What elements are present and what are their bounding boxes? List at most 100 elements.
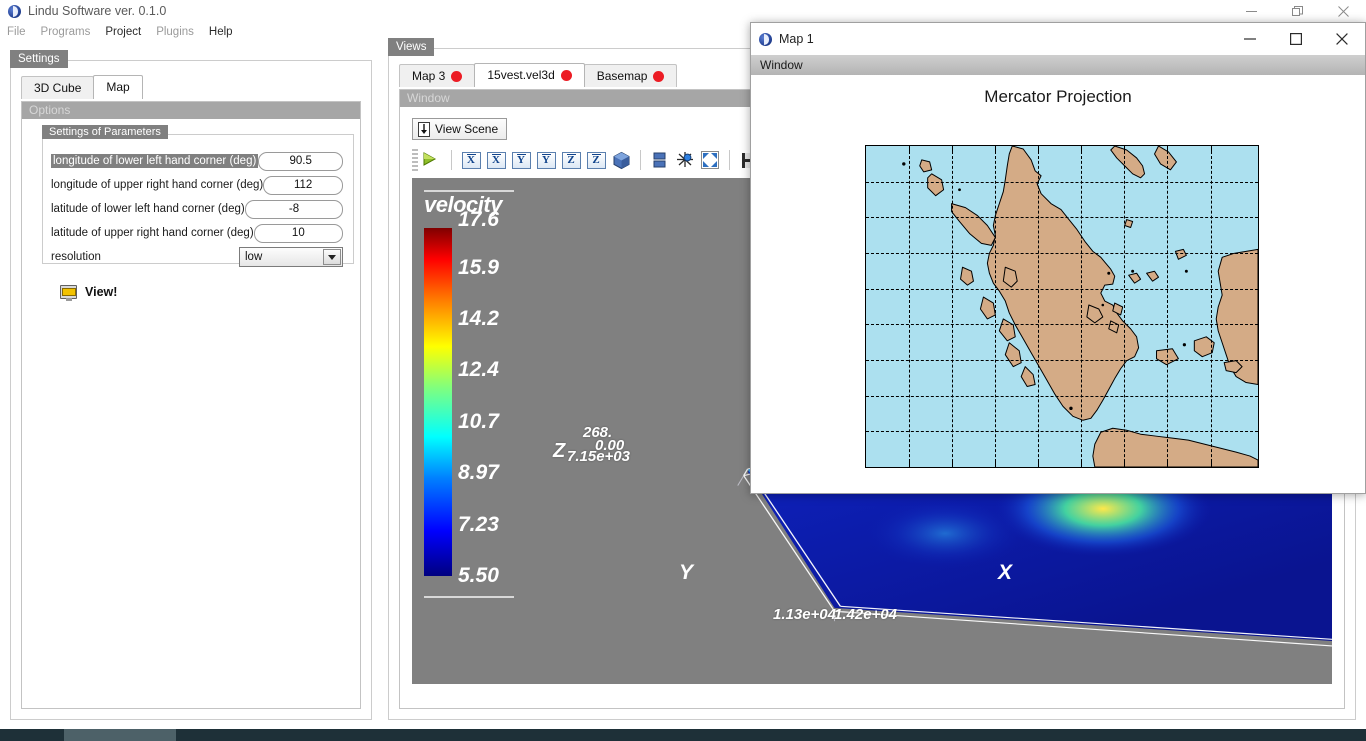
colorbar-tick: 5.50 [458,564,499,587]
minimize-icon[interactable] [1228,0,1274,23]
menu-item-programs[interactable]: Programs [41,26,91,38]
restore-icon[interactable] [1274,0,1320,23]
chevron-down-icon[interactable] [323,249,341,265]
app-title: Lindu Software ver. 0.1.0 [28,4,167,18]
views-group-title: Views [388,38,435,56]
param-label-resolution: resolution [51,251,101,263]
param-input-lat-ll[interactable]: -8 [245,199,343,219]
taskbar-active-item[interactable] [64,729,176,741]
x-axis-label: X [998,561,1013,584]
tab-map-3-label: Map 3 [412,69,446,83]
param-row-lon-ur: longitude of upper right hand corner (de… [51,173,343,197]
red-dot-icon[interactable] [653,70,665,82]
grid-line-vertical [1038,146,1040,467]
grid-line-horizontal [866,395,1258,397]
param-row-lon-ll: longitude of lower left hand corner (deg… [51,149,343,173]
grid-line-horizontal [866,359,1258,361]
map-plot-area[interactable]: 10°N 8°N 6°N 4°N 2°N 0° 2°S 4°S 6°S 8°S … [865,145,1259,468]
param-row-lat-ur: latitude of upper right hand corner (deg… [51,221,343,245]
main-titlebar: Lindu Software ver. 0.1.0 [0,0,1366,23]
close-icon[interactable] [1319,23,1365,55]
options-header: Options [22,102,360,119]
parameters-group-title: Settings of Parameters [42,125,168,139]
play-icon[interactable] [421,149,443,171]
grid-line-horizontal [866,431,1258,433]
settings-group: Settings 3D Cube Map Options Settings of… [10,50,372,720]
toolbar-separator [640,150,641,170]
reset-camera-icon[interactable] [674,149,696,171]
map-window-title: Map 1 [779,32,814,46]
param-row-lat-ll: latitude of lower left hand corner (deg)… [51,197,343,221]
map-canvas[interactable]: Mercator Projection [751,75,1365,493]
red-dot-icon[interactable] [560,69,572,81]
minimize-icon[interactable] [1227,23,1273,55]
x-minus-view-icon[interactable]: X [485,149,507,171]
settings-group-title: Settings [10,50,68,68]
colorbar-tick: 15.9 [458,256,499,279]
axis-box-label: Y [517,154,525,166]
menu-item-plugins[interactable]: Plugins [156,26,194,38]
download-arrow-icon [418,121,430,137]
param-label-lat-ur: latitude of upper right hand corner (deg… [51,227,254,239]
grid-line-horizontal [866,288,1258,290]
red-dot-icon[interactable] [451,70,463,82]
view-button[interactable]: View! [60,285,118,301]
tab-map[interactable]: Map [93,75,143,99]
resolution-select[interactable]: low [239,247,343,267]
grid-line-horizontal [866,217,1258,219]
toolbar-grip[interactable] [412,149,418,171]
grid-line-vertical [1081,146,1083,467]
colorbar-tick: 10.7 [458,410,499,433]
menu-item-window[interactable]: Window [760,58,803,72]
views-tabstrip: Map 3 15vest.vel3d Basemap [399,63,678,87]
tab-3d-cube[interactable]: 3D Cube [21,76,95,99]
grid-line-vertical [909,146,911,467]
map-window: Map 1 Window Mercator Projection [750,22,1366,494]
monitor-icon [60,285,77,301]
close-icon[interactable] [1320,0,1366,23]
maximize-icon[interactable] [1273,23,1319,55]
colorbar-tick: 8.97 [458,461,499,484]
y-plus-view-icon[interactable]: Y [510,149,532,171]
settings-tabstrip: 3D Cube Map [21,75,143,99]
tab-15vest-vel3d-label: 15vest.vel3d [487,68,555,82]
tab-map-3[interactable]: Map 3 [399,64,476,87]
grid-line-vertical [1124,146,1126,467]
split-view-icon[interactable] [649,149,671,171]
tab-basemap[interactable]: Basemap [583,64,678,87]
view-scene-button[interactable]: View Scene [412,118,508,140]
z-minus-view-icon[interactable]: Z [585,149,607,171]
colorbar-tick: 12.4 [458,358,499,381]
x-extent-b-label: 1.42e+04 [834,606,897,623]
x-extent-a-label: 1.13e+04 [773,606,836,623]
param-input-lon-ll[interactable]: 90.5 [258,151,343,171]
app-circle-icon [8,4,21,18]
grid-line-vertical [952,146,954,467]
axis-box-label: Z [592,154,600,166]
y-minus-view-icon[interactable]: Y [535,149,557,171]
tab-3d-cube-label: 3D Cube [34,81,82,95]
x-plus-view-icon[interactable]: X [460,149,482,171]
menu-item-help[interactable]: Help [209,26,233,38]
grid-line-vertical [1210,146,1212,467]
tab-15vest-vel3d[interactable]: 15vest.vel3d [474,63,585,87]
taskbar[interactable] [0,729,1366,741]
axis-box-label: X [492,154,500,166]
parameters-group: Settings of Parameters longitude of lowe… [42,125,354,267]
z-plus-view-icon[interactable]: Z [560,149,582,171]
axis-box-label: X [467,154,475,166]
app-circle-icon [759,32,772,46]
y-axis-label: Y [679,561,694,584]
colorbar-gradient [424,228,452,576]
menu-item-file[interactable]: File [7,26,26,38]
param-row-resolution: resolution low [51,245,343,269]
view-button-label: View! [85,285,118,299]
menu-item-project[interactable]: Project [105,26,141,38]
param-input-lat-ur[interactable]: 10 [253,223,343,243]
axis-box-label: Y [542,154,550,166]
fit-to-screen-icon[interactable] [699,149,721,171]
grid-line-horizontal [866,181,1258,183]
param-input-lon-ur[interactable]: 112 [263,175,343,195]
isometric-cube-icon[interactable] [610,149,632,171]
map-window-menubar: Window [751,55,1365,75]
